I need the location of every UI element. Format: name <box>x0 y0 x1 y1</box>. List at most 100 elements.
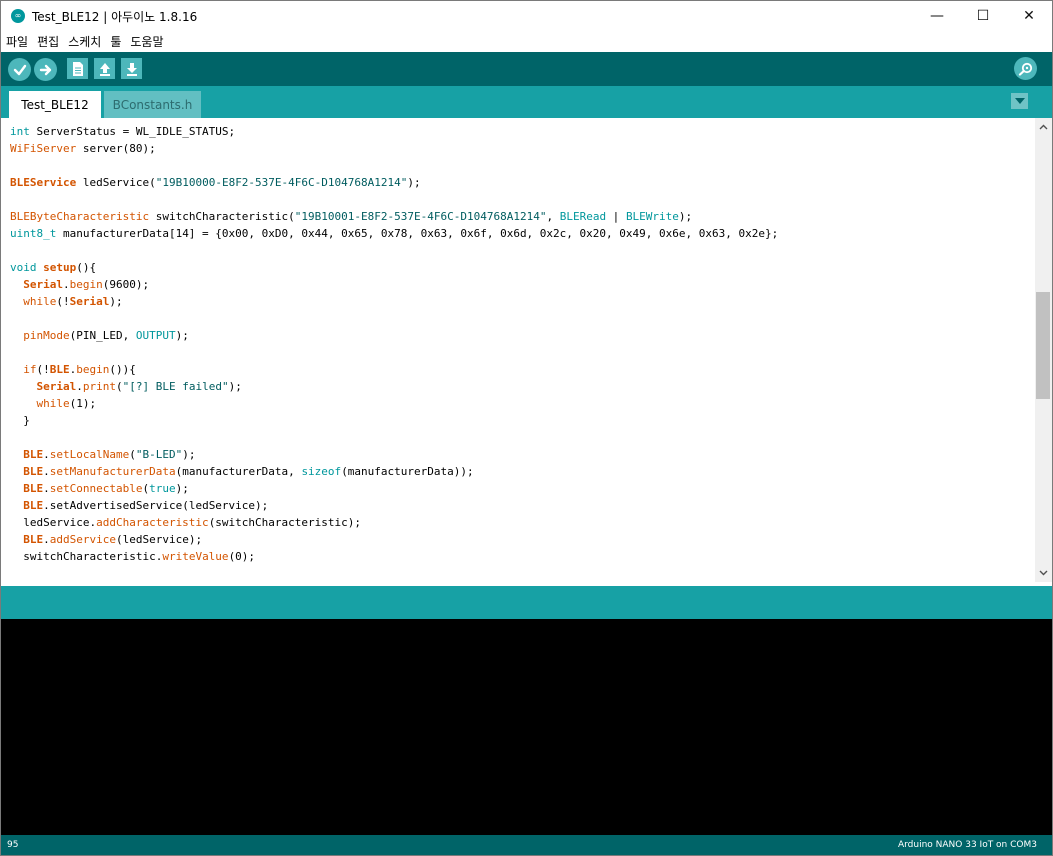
menu-help[interactable]: 도움말 <box>130 33 163 50</box>
code-token: .setAdvertisedService(ledService); <box>43 499 269 512</box>
code-line[interactable]: BLE.addService(ledService); <box>10 531 778 548</box>
code-line[interactable]: BLE.setManufacturerData(manufacturerData… <box>10 463 778 480</box>
code-token: , <box>546 210 560 223</box>
code-token: pinMode <box>23 329 70 342</box>
code-token: ledService( <box>76 176 156 189</box>
code-line[interactable]: switchCharacteristic.writeValue(0); <box>10 548 778 565</box>
menu-edit[interactable]: 편집 <box>37 33 59 50</box>
code-line[interactable] <box>10 429 778 446</box>
code-line[interactable]: BLEService ledService("19B10000-E8F2-537… <box>10 174 778 191</box>
tab-bconstants[interactable]: BConstants.h <box>104 91 201 118</box>
scroll-up-arrow[interactable] <box>1035 122 1052 132</box>
code-line[interactable]: int ServerStatus = WL_IDLE_STATUS; <box>10 123 778 140</box>
code-token: (! <box>56 295 70 308</box>
code-line[interactable]: ledService.addCharacteristic(switchChara… <box>10 514 778 531</box>
window-title: Test_BLE12 | 아두이노 1.8.16 <box>32 9 198 24</box>
save-button[interactable] <box>121 58 142 79</box>
code-token: Serial <box>69 295 110 308</box>
code-line[interactable]: BLE.setLocalName("B-LED"); <box>10 446 778 463</box>
tab-test-ble12[interactable]: Test_BLE12 <box>9 91 101 118</box>
line-number: 95 <box>7 840 19 850</box>
code-token: BLEWrite <box>625 210 679 223</box>
code-token: "19B10001-E8F2-537E-4F6C-D104768A1214" <box>294 210 547 223</box>
code-token: ); <box>109 295 123 308</box>
code-line[interactable]: while(1); <box>10 395 778 412</box>
code-line[interactable]: BLEByteCharacteristic switchCharacterist… <box>10 208 778 225</box>
code-token: ledService. <box>10 516 97 529</box>
code-token: . <box>43 465 50 478</box>
code-editor[interactable]: int ServerStatus = WL_IDLE_STATUS; WiFiSe… <box>1 118 1052 582</box>
arduino-ide-window: ∞ Test_BLE12 | 아두이노 1.8.16 — ☐ ✕ 파일 편집 스… <box>0 0 1053 856</box>
code-line[interactable] <box>10 344 778 361</box>
maximize-button[interactable]: ☐ <box>960 1 1006 31</box>
code-token: begin <box>69 278 103 291</box>
menu-file[interactable]: 파일 <box>6 33 28 50</box>
upload-button[interactable] <box>34 58 57 81</box>
code-token: BLE <box>23 499 44 512</box>
message-bar <box>1 586 1052 619</box>
code-token: switchCharacteristic. <box>10 550 163 563</box>
chevron-up-icon <box>1039 124 1048 130</box>
toolbar <box>1 52 1052 86</box>
code-token: "[?] BLE failed" <box>122 380 229 393</box>
code-line[interactable]: while(!Serial); <box>10 293 778 310</box>
code-line[interactable]: void setup(){ <box>10 259 778 276</box>
code-token: (PIN_LED, <box>69 329 136 342</box>
code-token: addService <box>49 533 116 546</box>
menu-tools[interactable]: 툴 <box>110 33 121 50</box>
code-token: ); <box>678 210 693 223</box>
editor-scrollbar[interactable] <box>1035 118 1052 582</box>
code-token: | <box>606 210 626 223</box>
code-line[interactable] <box>10 191 778 208</box>
code-line[interactable] <box>10 310 778 327</box>
code-token: addCharacteristic <box>96 516 209 529</box>
scroll-thumb[interactable] <box>1036 292 1050 399</box>
code-line[interactable]: BLE.setConnectable(true); <box>10 480 778 497</box>
menu-bar: 파일 편집 스케치 툴 도움말 <box>1 31 1052 52</box>
code-token: manufacturerData[14] = {0x00, 0xD0, 0x44… <box>56 227 779 240</box>
open-button[interactable] <box>94 58 115 79</box>
serial-monitor-button[interactable] <box>1014 57 1037 80</box>
code-token: (manufacturerData)); <box>341 465 474 478</box>
arduino-logo-icon: ∞ <box>11 9 25 23</box>
code-token: sizeof <box>301 465 342 478</box>
code-line[interactable]: BLE.setAdvertisedService(ledService); <box>10 497 778 514</box>
code-token: ServerStatus = WL_IDLE_STATUS; <box>29 125 236 138</box>
code-token: switchCharacteristic( <box>149 210 295 223</box>
verify-button[interactable] <box>8 58 31 81</box>
code-token: Serial <box>23 278 63 291</box>
code-text[interactable]: int ServerStatus = WL_IDLE_STATUS; WiFiSe… <box>10 123 778 565</box>
code-line[interactable]: if(!BLE.begin()){ <box>10 361 778 378</box>
code-line[interactable]: WiFiServer server(80); <box>10 140 778 157</box>
code-token: BLE <box>49 363 70 376</box>
code-token: ()){ <box>109 363 136 376</box>
code-line[interactable]: pinMode(PIN_LED, OUTPUT); <box>10 327 778 344</box>
console-output[interactable] <box>1 619 1052 835</box>
code-line[interactable]: uint8_t manufacturerData[14] = {0x00, 0x… <box>10 225 778 242</box>
code-token: BLERead <box>559 210 607 223</box>
code-token: "19B10000-E8F2-537E-4F6C-D104768A1214" <box>155 176 408 189</box>
menu-sketch[interactable]: 스케치 <box>68 33 101 50</box>
code-line[interactable] <box>10 242 778 259</box>
scroll-down-arrow[interactable] <box>1035 568 1052 578</box>
close-button[interactable]: ✕ <box>1006 1 1052 31</box>
code-token: BLE <box>23 448 44 461</box>
tab-menu-button[interactable] <box>1011 93 1028 109</box>
code-line[interactable]: } <box>10 412 778 429</box>
code-line[interactable]: Serial.begin(9600); <box>10 276 778 293</box>
code-token: (9600); <box>102 278 150 291</box>
code-token: } <box>10 414 30 427</box>
code-line[interactable] <box>10 157 778 174</box>
minimize-button[interactable]: — <box>914 1 960 31</box>
code-token: (){ <box>76 261 97 274</box>
code-token: WiFiServer <box>10 142 77 155</box>
code-line[interactable]: Serial.print("[?] BLE failed"); <box>10 378 778 395</box>
code-token: BLE <box>23 533 44 546</box>
new-button[interactable] <box>67 58 88 79</box>
